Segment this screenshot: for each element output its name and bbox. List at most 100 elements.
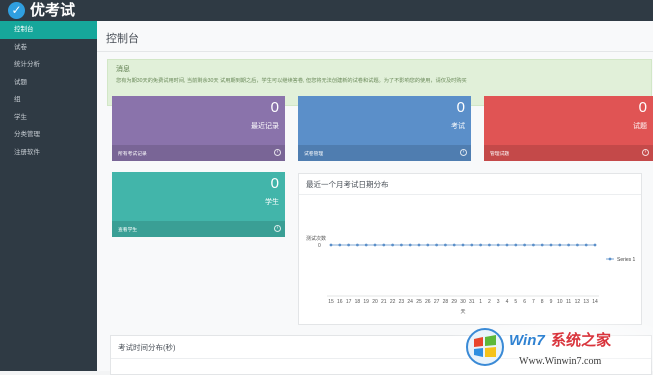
data-point (418, 244, 421, 247)
watermark: Win7 系统之家 Www.Winwin7.com (453, 317, 653, 371)
x-tick-label: 3 (497, 299, 500, 305)
watermark-url: Www.Winwin7.com (519, 356, 601, 367)
x-axis-label: 天 (460, 309, 465, 315)
stat-card: 0考试试卷管理› (298, 96, 471, 161)
sidebar: 控制台试卷统计分析试题组学生分类管理注册软件 (0, 21, 97, 371)
stat-footer-text: 试卷管理 (304, 150, 323, 157)
x-tick-label: 23 (399, 299, 405, 305)
data-point (541, 244, 544, 247)
top-bar: ✓ 优考试 (0, 0, 653, 21)
data-point (426, 244, 429, 247)
x-tick-label: 29 (451, 299, 457, 305)
data-point (488, 244, 491, 247)
x-tick-label: 31 (469, 299, 475, 305)
x-tick-label: 20 (372, 299, 378, 305)
watermark-brand: Win7 (509, 332, 545, 349)
stat-card: 0 学生查看学生 › (112, 172, 285, 237)
x-tick-label: 17 (346, 299, 352, 305)
x-tick-label: 10 (557, 299, 563, 305)
data-point (462, 244, 465, 247)
sidebar-item[interactable]: 控制台 (0, 21, 97, 39)
x-tick-label: 11 (566, 299, 571, 305)
data-point (374, 244, 377, 247)
x-tick-label: 24 (407, 299, 413, 305)
data-point (470, 244, 473, 247)
x-tick-label: 15 (328, 299, 334, 305)
data-point (365, 244, 368, 247)
stat-label: 最近记录 (251, 121, 279, 131)
data-point (435, 244, 438, 247)
data-point (400, 244, 403, 247)
x-tick-label: 25 (416, 299, 422, 305)
x-tick-label: 30 (460, 299, 466, 305)
data-point (453, 244, 456, 247)
sidebar-item[interactable]: 试题 (0, 74, 97, 92)
page-title: 控制台 (106, 30, 139, 46)
sidebar-nav: 控制台试卷统计分析试题组学生分类管理注册软件 (0, 21, 97, 161)
x-tick-label: 27 (434, 299, 440, 305)
data-point (594, 244, 597, 247)
data-point (567, 244, 570, 247)
stat-card-footer-link[interactable]: 查看学生 › (112, 221, 285, 237)
sidebar-item[interactable]: 分类管理 (0, 126, 97, 144)
data-point (356, 244, 359, 247)
alert-title: 消息 (116, 64, 130, 74)
data-point (514, 244, 517, 247)
x-tick-label: 12 (575, 299, 581, 305)
watermark-site: 系统之家 (551, 331, 611, 349)
stat-footer-text: 管理试题 (490, 150, 509, 157)
data-point (523, 244, 526, 247)
stat-label: 考试 (451, 121, 465, 131)
stat-card-footer-link[interactable]: 试卷管理 › (298, 145, 471, 161)
data-point (409, 244, 412, 247)
stat-label: 学生 (265, 197, 279, 207)
data-point (550, 244, 553, 247)
data-point (585, 244, 588, 247)
x-tick-label: 14 (592, 299, 598, 305)
arrow-circle-icon[interactable]: › (274, 225, 281, 232)
x-tick-label: 1 (479, 299, 482, 305)
data-point (497, 244, 500, 247)
date-distribution-chart: 测试次数015161718192021222324252627282930311… (299, 195, 641, 325)
data-point (338, 244, 341, 247)
x-tick-label: 22 (390, 299, 396, 305)
chart-panel: 最近一个月考试日期分布 测试次数015161718192021222324252… (298, 173, 642, 325)
stat-value: 0 (639, 99, 647, 117)
x-tick-label: 9 (550, 299, 553, 305)
sidebar-item[interactable]: 组 (0, 91, 97, 109)
x-tick-label: 26 (425, 299, 431, 305)
title-divider (97, 51, 653, 52)
stat-value: 0 (271, 175, 279, 193)
x-tick-label: 21 (381, 299, 387, 305)
data-point (444, 244, 447, 247)
x-tick-label: 18 (355, 299, 361, 305)
windows-flag-icon (467, 329, 503, 365)
x-tick-label: 8 (541, 299, 544, 305)
time-panel-title: 考试时间分布(秒) (118, 342, 176, 353)
sidebar-item[interactable]: 学生 (0, 109, 97, 127)
alert-text: 您有为期30天的免费试用时间, 当前剩余30天 试用期到期之后，学生可以继续答卷… (116, 77, 467, 84)
stat-card-footer-link[interactable]: 管理试题 › (484, 145, 653, 161)
x-tick-label: 13 (583, 299, 589, 305)
sidebar-item[interactable]: 统计分析 (0, 56, 97, 74)
arrow-circle-icon[interactable]: › (460, 149, 467, 156)
x-tick-label: 19 (363, 299, 369, 305)
stat-card: 0 最近记录所有考试记录 › (112, 96, 285, 161)
sidebar-item[interactable]: 注册软件 (0, 144, 97, 162)
data-point (576, 244, 579, 247)
x-tick-label: 7 (532, 299, 535, 305)
y-axis-label: 测试次数 (306, 235, 326, 242)
legend-entry: Series 1 (617, 257, 636, 263)
stat-footer-text: 所有考试记录 (118, 150, 147, 157)
stat-value: 0 (271, 99, 279, 117)
stat-footer-text: 查看学生 (118, 226, 137, 233)
arrow-circle-icon[interactable]: › (274, 149, 281, 156)
stat-card-footer-link[interactable]: 所有考试记录 › (112, 145, 285, 161)
data-point (330, 244, 333, 247)
sidebar-item[interactable]: 试卷 (0, 39, 97, 57)
x-tick-label: 4 (506, 299, 509, 305)
arrow-circle-icon[interactable]: › (642, 149, 649, 156)
x-tick-label: 16 (337, 299, 343, 305)
legend-marker-dot (609, 258, 612, 261)
data-point (347, 244, 350, 247)
